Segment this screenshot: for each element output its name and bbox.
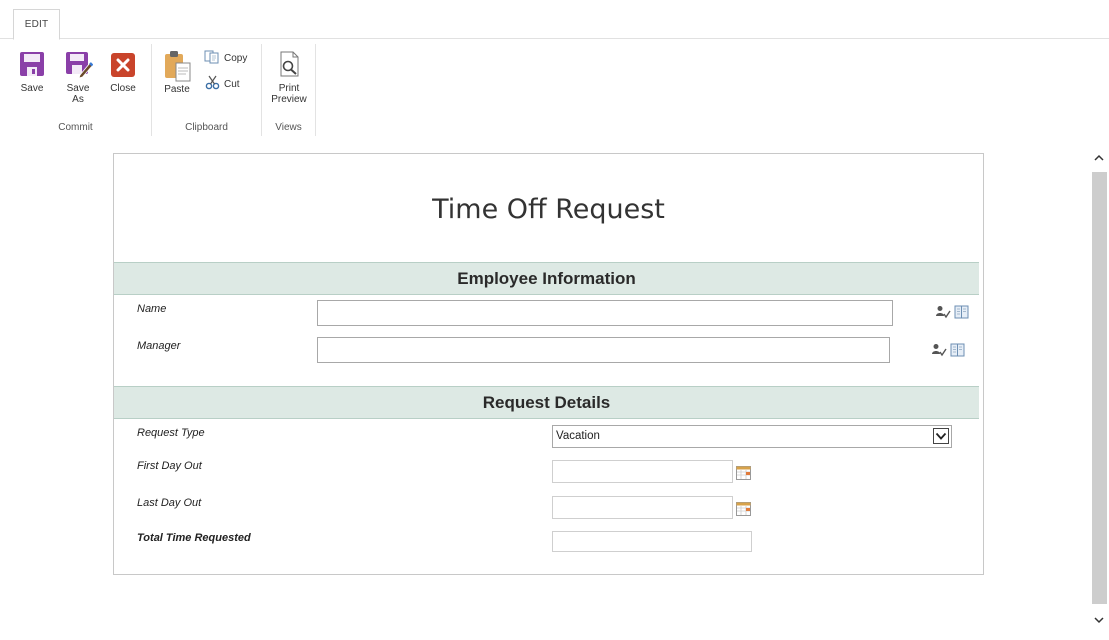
copy-icon <box>204 50 220 67</box>
close-label: Close <box>110 83 136 94</box>
form-title: Time Off Request <box>432 194 665 225</box>
scrollbar-thumb[interactable] <box>1092 172 1107 604</box>
cut-label: Cut <box>224 78 240 90</box>
manager-input[interactable] <box>317 337 890 363</box>
dropdown-arrow-icon[interactable] <box>933 428 949 444</box>
print-preview-button[interactable]: Print Preview <box>266 50 312 105</box>
last-day-input[interactable] <box>552 496 733 519</box>
clipboard-group: Paste Copy Cut Clipboard <box>152 44 262 136</box>
request-type-value: Vacation <box>556 430 600 442</box>
commit-group-label: Commit <box>58 122 93 133</box>
request-details-header: Request Details <box>114 386 979 419</box>
name-picker <box>935 305 970 324</box>
print-preview-label-line2: Preview <box>271 94 307 105</box>
paste-button[interactable]: Paste <box>160 50 194 95</box>
paste-icon <box>162 50 192 82</box>
vertical-scrollbar[interactable] <box>1090 145 1109 640</box>
people-picker-icon[interactable] <box>935 305 951 324</box>
save-label: Save <box>20 83 44 94</box>
tab-edit[interactable]: EDIT <box>13 9 60 40</box>
save-as-label-line2: As <box>72 94 84 105</box>
request-type-label: Request Type <box>137 427 205 439</box>
views-group: Print Preview Views <box>262 44 316 136</box>
save-icon <box>19 50 45 78</box>
calendar-icon[interactable] <box>736 466 751 480</box>
print-preview-icon <box>276 50 302 78</box>
save-as-icon <box>65 50 94 79</box>
print-preview-label-line1: Print <box>278 83 300 94</box>
close-icon <box>110 50 136 78</box>
calendar-icon[interactable] <box>736 502 751 516</box>
last-day-label: Last Day Out <box>137 497 202 509</box>
first-day-label: First Day Out <box>137 460 202 472</box>
time-off-form: Time Off Request Employee Information Na… <box>113 153 984 575</box>
save-button[interactable]: Save <box>16 50 48 94</box>
people-picker-icon[interactable] <box>931 343 947 362</box>
paste-label: Paste <box>164 84 190 95</box>
name-input[interactable] <box>317 300 893 326</box>
total-time-label: Total Time Requested <box>137 532 251 544</box>
manager-picker <box>931 343 966 362</box>
first-day-input[interactable] <box>552 460 733 483</box>
total-time-input[interactable] <box>552 531 752 552</box>
copy-button[interactable]: Copy <box>204 50 247 67</box>
name-label: Name <box>137 303 167 315</box>
save-as-button[interactable]: Save As <box>60 50 96 105</box>
scroll-up-icon[interactable] <box>1093 151 1105 163</box>
cut-icon <box>205 75 220 93</box>
save-as-label-line1: Save <box>66 83 90 94</box>
scroll-down-icon[interactable] <box>1093 613 1105 625</box>
clipboard-group-label: Clipboard <box>185 122 228 133</box>
employee-information-header: Employee Information <box>114 262 979 295</box>
address-book-icon[interactable] <box>954 305 970 324</box>
request-type-select[interactable]: Vacation <box>552 425 952 448</box>
cut-button[interactable]: Cut <box>205 75 240 93</box>
views-group-label: Views <box>275 122 302 133</box>
close-button[interactable]: Close <box>106 50 140 94</box>
ribbon-tab-bar: EDIT <box>0 0 1109 40</box>
commit-group: Save Save As Close Commit <box>0 44 152 136</box>
copy-label: Copy <box>224 53 248 64</box>
manager-label: Manager <box>137 340 181 352</box>
address-book-icon[interactable] <box>950 343 966 362</box>
